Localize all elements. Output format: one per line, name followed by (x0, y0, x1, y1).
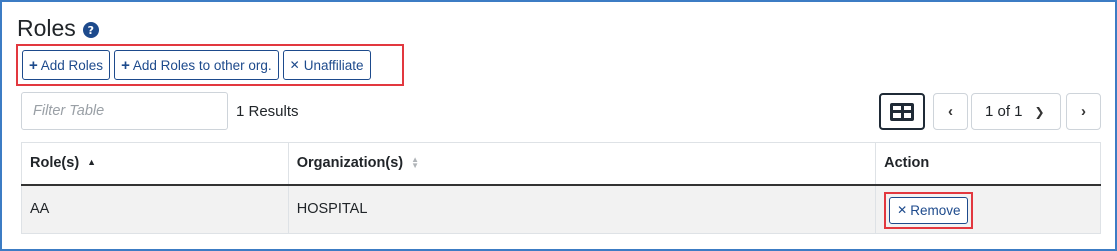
add-roles-other-org-label: Add Roles to other org. (132, 57, 272, 73)
grid-view-toggle-button[interactable] (879, 93, 925, 130)
column-header-organizations-label: Organization(s) (296, 155, 404, 172)
add-roles-button[interactable]: + Add Roles (22, 50, 111, 80)
results-count: 1 Results (236, 103, 299, 120)
column-header-roles-label: Role(s) (30, 155, 80, 172)
plus-icon: + (29, 56, 38, 74)
cell-role: AA (21, 184, 289, 234)
add-roles-label: Add Roles (40, 57, 104, 73)
chevron-down-icon: ❯ (1034, 104, 1045, 119)
column-header-action-label: Action (884, 155, 930, 172)
unaffiliate-label: Unaffiliate (303, 57, 364, 73)
column-header-organizations[interactable]: Organization(s) ▲ ▼ (287, 142, 877, 186)
action-toolbar: + Add Roles + Add Roles to other org. ✕ … (16, 44, 404, 86)
remove-label: Remove (910, 202, 961, 218)
sort-ascending-icon: ▲ (87, 157, 97, 168)
help-icon[interactable]: ? (82, 22, 99, 38)
add-roles-other-org-button[interactable]: + Add Roles to other org. (114, 50, 279, 80)
table-grid-icon (890, 102, 914, 121)
filter-table-input[interactable] (21, 92, 228, 130)
remove-highlight: ✕ Remove (884, 191, 974, 229)
column-header-roles[interactable]: Role(s) ▲ (21, 142, 289, 186)
page-title: Roles (17, 15, 76, 41)
unaffiliate-button[interactable]: ✕ Unaffiliate (282, 50, 371, 80)
next-page-button[interactable]: › (1066, 93, 1101, 130)
cell-organization: HOSPITAL (287, 184, 877, 234)
remove-button[interactable]: ✕ Remove (889, 196, 969, 224)
chevron-left-icon: ‹ (948, 103, 953, 120)
chevron-right-icon: › (1081, 103, 1086, 120)
table-header-row: Role(s) ▲ Organization(s) ▲ ▼ Action (21, 142, 1101, 186)
previous-page-button[interactable]: ‹ (933, 93, 968, 130)
table-row: AA HOSPITAL ✕ Remove (21, 184, 1101, 234)
close-icon: ✕ (289, 58, 300, 72)
plus-icon: + (121, 56, 130, 74)
roles-table: Role(s) ▲ Organization(s) ▲ ▼ Action AA HOS… (21, 142, 1101, 234)
sort-icon: ▲ ▼ (411, 155, 420, 171)
cell-action: ✕ Remove (875, 184, 1101, 234)
close-icon: ✕ (897, 203, 908, 218)
page-select[interactable]: 1 of 1 ❯ (971, 93, 1061, 130)
page-select-value: 1 of 1 (985, 103, 1023, 120)
header: Roles ? (17, 15, 99, 42)
column-header-action: Action (875, 142, 1101, 186)
